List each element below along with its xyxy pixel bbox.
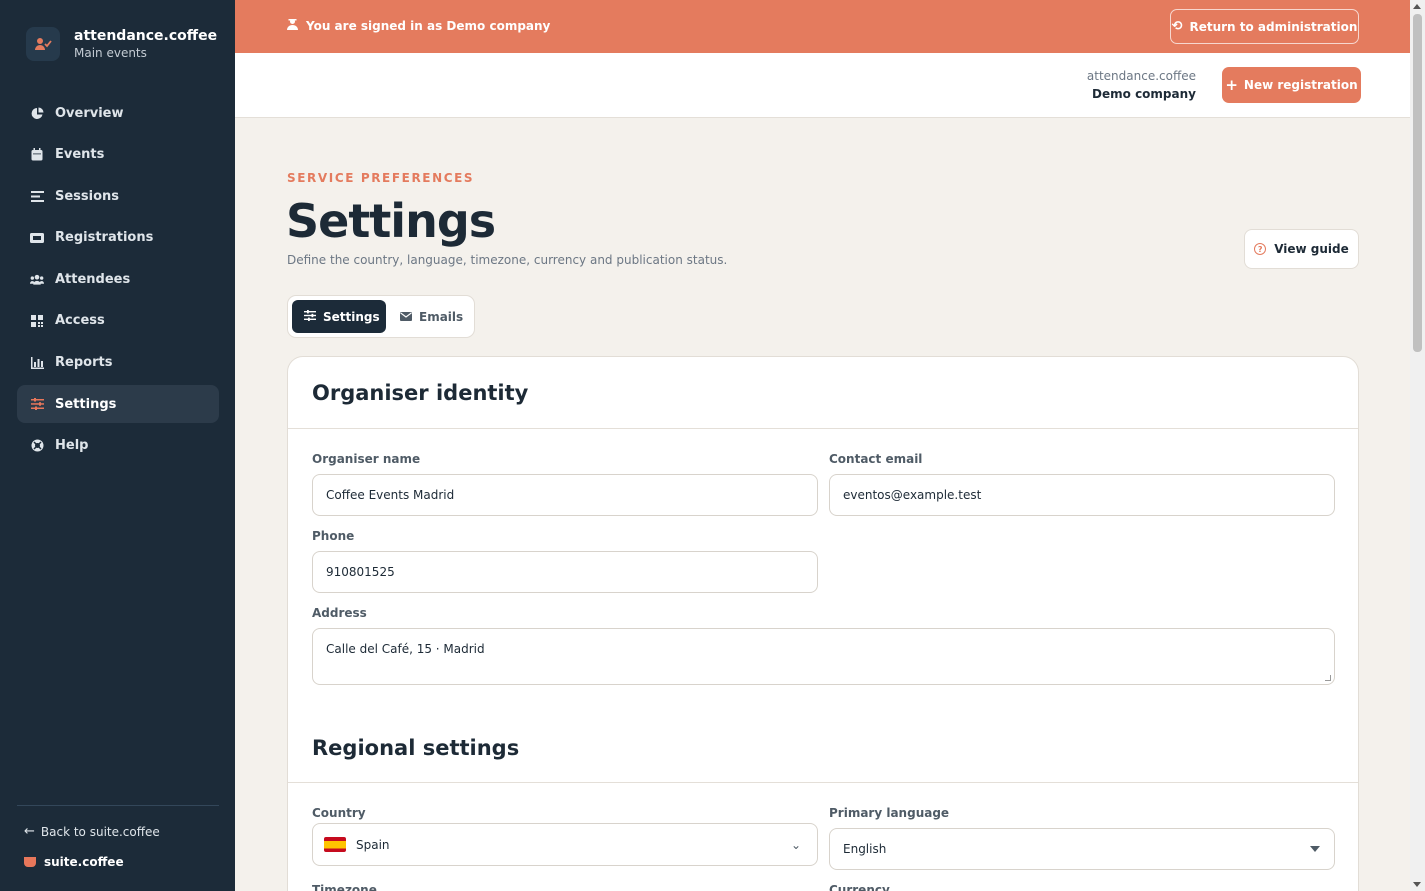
section-divider: [288, 428, 1358, 429]
sidebar-item-overview[interactable]: Overview: [17, 94, 219, 132]
settings-card: Organiser identity Organiser name Coffee…: [287, 356, 1359, 891]
sidebar-item-label: Attendees: [55, 271, 131, 287]
sidebar-item-access[interactable]: Access: [17, 302, 219, 340]
new-registration-label: New registration: [1243, 78, 1358, 92]
sidebar-nav: Overview Events Sessions Registrations A…: [17, 94, 219, 468]
coffee-cup-icon: [24, 857, 36, 867]
tab-emails[interactable]: Emails: [388, 300, 472, 333]
sidebar-item-label: Help: [55, 438, 89, 454]
sidebar-divider: [17, 805, 219, 806]
return-to-administration-button[interactable]: ⟲ Return to administration: [1170, 9, 1359, 44]
tab-emails-label: Emails: [419, 309, 464, 324]
sidebar-item-settings[interactable]: Settings: [17, 385, 219, 424]
address-textarea[interactable]: Calle del Café, 15 · Madrid: [312, 628, 1335, 685]
resize-handle[interactable]: [1325, 675, 1331, 681]
sidebar-item-label: Sessions: [55, 188, 120, 204]
sidebar-item-registrations[interactable]: Registrations: [17, 219, 219, 257]
scroll-up-icon[interactable]: [1413, 4, 1421, 9]
lifebuoy-icon: [30, 439, 44, 453]
pie-chart-icon: [30, 106, 44, 120]
sidebar-item-label: Registrations: [55, 230, 154, 246]
qr-code-icon: [30, 314, 44, 328]
sidebar-item-events[interactable]: Events: [17, 136, 219, 174]
banner-message: You are signed in as Demo company: [287, 18, 550, 33]
return-button-label: Return to administration: [1189, 19, 1358, 34]
user-secret-icon: [287, 18, 298, 33]
undo-icon: ⟲: [1171, 19, 1183, 34]
sliders-icon: [30, 397, 44, 411]
phone-input[interactable]: 910801525: [312, 551, 818, 593]
question-circle-icon: ?: [1254, 243, 1267, 255]
sidebar-item-sessions[interactable]: Sessions: [17, 177, 219, 215]
sidebar-item-help[interactable]: Help: [17, 427, 219, 465]
country-value: Spain: [356, 837, 390, 852]
phone-label: Phone: [312, 529, 355, 543]
sidebar-item-label: Reports: [55, 355, 113, 371]
header-company: Demo company: [1092, 87, 1196, 101]
brand-title: attendance.coffee: [74, 28, 218, 44]
bar-chart-icon: [30, 356, 44, 370]
sliders-icon: [304, 309, 316, 324]
top-header: attendance.coffee Demo company + New reg…: [235, 53, 1410, 118]
sidebar-item-label: Events: [55, 147, 105, 163]
suite-logo[interactable]: suite.coffee: [24, 855, 124, 869]
scroll-down-icon[interactable]: [1413, 882, 1421, 887]
page-scrollbar[interactable]: [1410, 0, 1425, 891]
country-label: Country: [312, 806, 366, 820]
arrow-left-icon: ←: [24, 824, 35, 839]
primary-language-select[interactable]: English: [829, 828, 1335, 870]
back-link-label: Back to suite.coffee: [40, 824, 160, 839]
back-to-suite-link[interactable]: ← Back to suite.coffee: [24, 824, 160, 839]
suite-label: suite.coffee: [44, 855, 124, 869]
currency-label: Currency: [829, 883, 890, 891]
sidebar-item-label: Settings: [55, 396, 117, 412]
scrollbar-thumb[interactable]: [1413, 14, 1422, 352]
envelope-icon: [400, 310, 412, 324]
address-label: Address: [312, 606, 367, 620]
brand-subtitle: Main events: [74, 46, 147, 60]
brand[interactable]: attendance.coffee Main events: [26, 27, 217, 61]
organiser-name-label: Organiser name: [312, 452, 421, 466]
users-icon: [30, 272, 44, 286]
plus-icon: +: [1225, 76, 1238, 94]
organiser-name-input[interactable]: Coffee Events Madrid: [312, 474, 818, 516]
tab-settings[interactable]: Settings: [292, 300, 386, 333]
view-guide-label: View guide: [1274, 242, 1349, 256]
spain-flag-icon: [324, 837, 346, 852]
header-app-name: attendance.coffee: [1086, 69, 1196, 83]
language-value: English: [843, 842, 887, 856]
ticket-icon: [30, 231, 44, 245]
calendar-icon: [30, 148, 44, 162]
contact-email-label: Contact email: [829, 452, 923, 466]
sidebar-item-attendees[interactable]: Attendees: [17, 260, 219, 298]
sidebar-item-reports[interactable]: Reports: [17, 344, 219, 382]
settings-tabs: Settings Emails: [287, 295, 475, 338]
tab-settings-label: Settings: [323, 309, 380, 324]
primary-language-label: Primary language: [829, 806, 950, 820]
caret-down-icon: [1310, 846, 1320, 852]
section-title-regional: Regional settings: [312, 736, 520, 760]
impersonation-banner: You are signed in as Demo company ⟲ Retu…: [235, 0, 1410, 53]
banner-message-text: You are signed in as Demo company: [306, 18, 551, 33]
chevron-down-icon: ⌄: [790, 837, 801, 852]
country-select[interactable]: Spain ⌄: [312, 823, 818, 866]
sidebar: attendance.coffee Main events Overview E…: [0, 0, 235, 891]
address-value: Calle del Café, 15 · Madrid: [326, 642, 485, 656]
timezone-label: Timezone: [312, 883, 377, 891]
page-title: Settings: [286, 194, 496, 248]
page-eyebrow: SERVICE PREFERENCES: [287, 171, 475, 185]
new-registration-button[interactable]: + New registration: [1222, 67, 1361, 103]
view-guide-button[interactable]: ? View guide: [1244, 229, 1359, 269]
page-subtitle: Define the country, language, timezone, …: [287, 253, 728, 267]
section-divider: [288, 782, 1358, 783]
contact-email-input[interactable]: eventos@example.test: [829, 474, 1335, 516]
brand-logo-icon: [26, 27, 60, 61]
sidebar-item-label: Access: [55, 313, 105, 329]
section-title-organiser: Organiser identity: [312, 381, 529, 405]
list-icon: [30, 189, 44, 203]
sidebar-item-label: Overview: [55, 105, 124, 121]
